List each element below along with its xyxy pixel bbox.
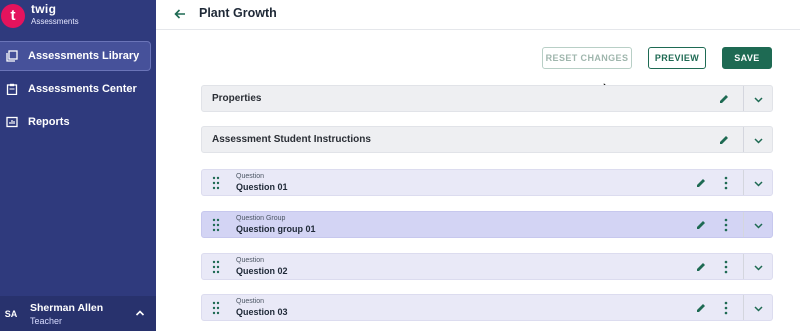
item-type: Question xyxy=(236,298,265,305)
avatar: SA xyxy=(4,309,18,319)
twig-logo: t xyxy=(1,4,25,28)
section-title: Assessment Student Instructions xyxy=(212,134,371,145)
user-name: Sherman Allen xyxy=(30,302,104,314)
question-group-row[interactable]: Question Group Question group 01 xyxy=(201,211,773,238)
drag-handle-icon[interactable] xyxy=(212,218,220,232)
chevron-up-icon[interactable] xyxy=(135,308,145,318)
sidebar-item-label: Reports xyxy=(28,116,70,128)
drag-handle-icon[interactable] xyxy=(212,301,220,315)
item-type: Question xyxy=(236,257,265,264)
question-row[interactable]: Question Question 03 xyxy=(201,294,773,321)
pencil-icon[interactable] xyxy=(718,134,730,146)
top-bar: Plant Growth xyxy=(156,0,800,30)
user-menu[interactable]: SA Sherman Allen Teacher xyxy=(0,296,156,331)
brand-name: twig xyxy=(31,2,57,16)
chevron-down-icon[interactable] xyxy=(753,262,764,273)
divider xyxy=(743,86,744,111)
divider xyxy=(743,170,744,195)
divider xyxy=(743,254,744,279)
sidebar: t twig Assessments Assessments Library A… xyxy=(0,0,156,331)
sidebar-item-reports[interactable]: Reports xyxy=(0,107,151,137)
sidebar-item-assessments-library[interactable]: Assessments Library xyxy=(0,41,151,71)
item-name: Question 03 xyxy=(236,307,288,317)
brand[interactable]: t twig Assessments xyxy=(0,0,156,32)
chevron-down-icon[interactable] xyxy=(753,135,764,146)
item-name: Question 02 xyxy=(236,266,288,276)
save-button[interactable]: SAVE xyxy=(722,47,772,69)
divider xyxy=(743,295,744,320)
sidebar-item-assessments-center[interactable]: Assessments Center xyxy=(0,74,151,104)
item-name: Question 01 xyxy=(236,182,288,192)
question-row[interactable]: Question Question 02 xyxy=(201,253,773,280)
pencil-icon[interactable] xyxy=(695,177,707,189)
item-type: Question xyxy=(236,173,265,180)
library-icon xyxy=(6,50,18,62)
pencil-icon[interactable] xyxy=(695,219,707,231)
preview-button[interactable]: PREVIEW xyxy=(648,47,706,69)
page-title: Plant Growth xyxy=(199,6,277,20)
more-vertical-icon[interactable] xyxy=(723,260,729,274)
back-arrow-icon[interactable] xyxy=(173,7,187,21)
section-properties[interactable]: Properties xyxy=(201,85,773,112)
chevron-down-icon[interactable] xyxy=(753,220,764,231)
divider xyxy=(743,127,744,152)
chevron-down-icon[interactable] xyxy=(753,303,764,314)
user-role: Teacher xyxy=(30,316,63,326)
more-vertical-icon[interactable] xyxy=(723,301,729,315)
more-vertical-icon[interactable] xyxy=(723,218,729,232)
question-row[interactable]: Question Question 01 xyxy=(201,169,773,196)
brand-subtitle: Assessments xyxy=(31,17,79,26)
item-type: Question Group xyxy=(236,215,286,222)
divider xyxy=(743,212,744,237)
drag-handle-icon[interactable] xyxy=(212,260,220,274)
sidebar-item-label: Assessments Center xyxy=(28,83,137,95)
clipboard-icon xyxy=(6,83,18,95)
pencil-icon[interactable] xyxy=(718,93,730,105)
pencil-icon[interactable] xyxy=(695,302,707,314)
drag-handle-icon[interactable] xyxy=(212,176,220,190)
pencil-icon[interactable] xyxy=(695,261,707,273)
chevron-down-icon[interactable] xyxy=(753,94,764,105)
section-student-instructions[interactable]: Assessment Student Instructions xyxy=(201,126,773,153)
item-name: Question group 01 xyxy=(236,224,316,234)
reset-changes-button[interactable]: RESET CHANGES xyxy=(542,47,632,69)
chevron-down-icon[interactable] xyxy=(753,178,764,189)
chart-icon xyxy=(6,116,18,128)
more-vertical-icon[interactable] xyxy=(723,176,729,190)
section-title: Properties xyxy=(212,93,262,104)
sidebar-item-label: Assessments Library xyxy=(28,50,140,62)
